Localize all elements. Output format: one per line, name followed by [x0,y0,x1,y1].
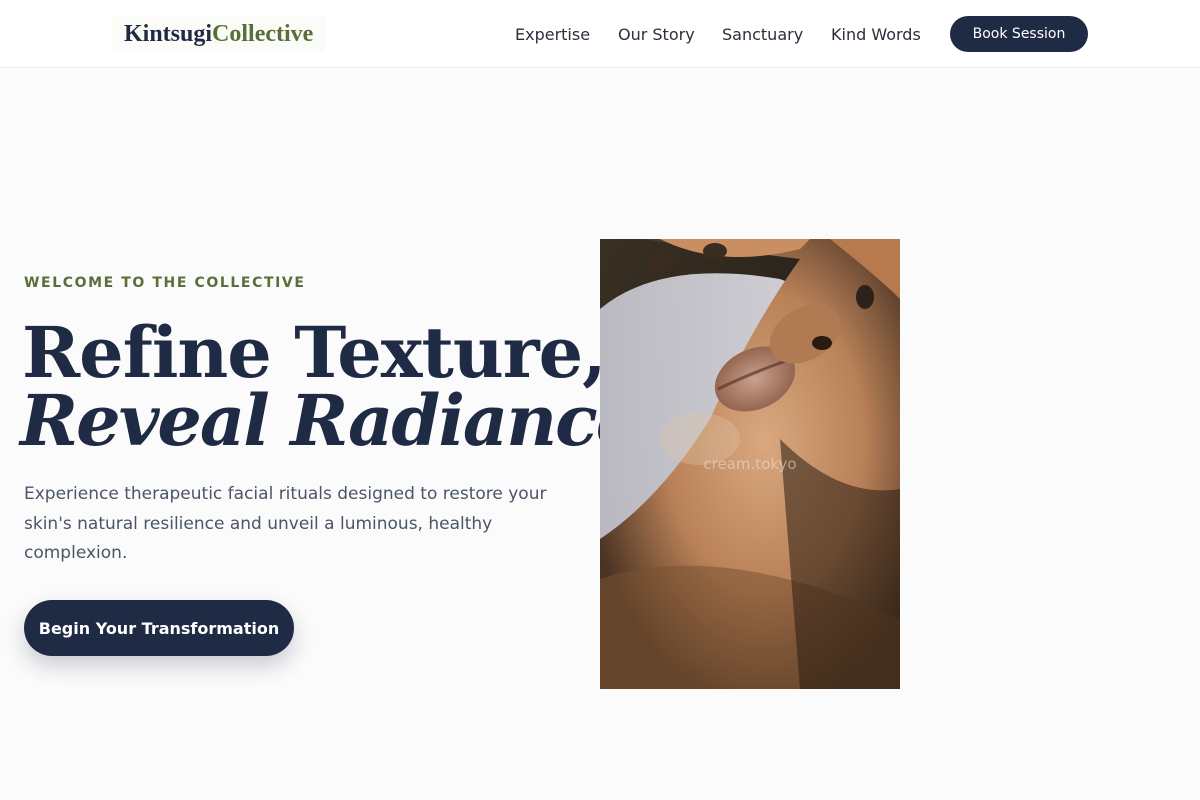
hero-headline-line2: Reveal Radiance. [20,379,663,462]
brand-name-part1: Kintsugi [124,20,213,47]
nav-link-our-story[interactable]: Our Story [618,16,695,52]
nav-link-kind-words[interactable]: Kind Words [831,16,921,52]
nav-link-expertise[interactable]: Expertise [515,16,590,52]
brand-name-part2: Collective [212,20,314,47]
hero-description: Experience therapeutic facial rituals de… [24,484,547,563]
nav-link-sanctuary[interactable]: Sanctuary [722,16,803,52]
brand-logo[interactable]: Kintsugi Collective [112,16,326,52]
begin-transformation-button[interactable]: Begin Your Transformation [24,600,294,656]
site-header: Kintsugi Collective Expertise Our Story S… [0,0,1200,68]
book-session-button[interactable]: Book Session [950,16,1088,52]
hero-image: cream.tokyo [600,239,900,689]
hero-eyebrow: WELCOME TO THE COLLECTIVE [24,275,306,291]
image-watermark: cream.tokyo [703,455,797,473]
